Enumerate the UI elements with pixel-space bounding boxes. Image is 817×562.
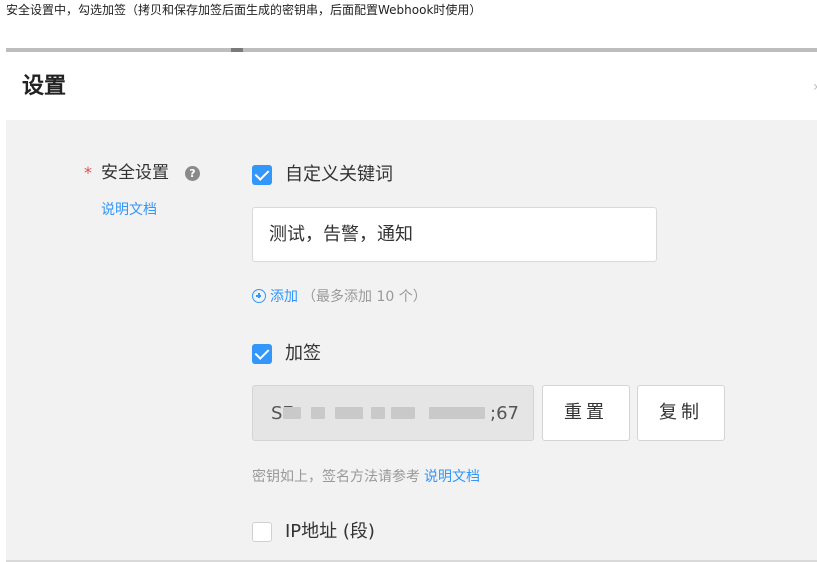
scroll-indicator [6, 48, 817, 52]
redacted-block [429, 407, 485, 419]
keywords-input[interactable]: 测试，告警，通知 [252, 207, 657, 262]
secret-hint-text: 密钥如上，签名方法请参考 [252, 469, 420, 485]
close-icon[interactable]: › [813, 78, 817, 96]
intro-text: 安全设置中，勾选加签（拷贝和保存加签后面生成的密钥串，后面配置Webhook时使… [6, 3, 482, 17]
secret-suffix: ;67 [490, 403, 519, 424]
add-limit-note: （最多添加 10 个） [302, 289, 427, 305]
redacted-block [311, 407, 325, 419]
settings-panel [6, 120, 817, 560]
redacted-block [335, 407, 363, 419]
doc-link[interactable]: 说明文档 [101, 200, 157, 220]
redacted-block [283, 407, 301, 419]
scroll-indicator-thumb[interactable] [231, 48, 243, 52]
custom-keywords-label[interactable]: 自定义关键词 [285, 163, 393, 187]
copy-button[interactable]: 复制 [637, 385, 725, 441]
ip-address-checkbox[interactable] [252, 522, 272, 542]
signing-label[interactable]: 加签 [285, 342, 321, 366]
signing-checkbox[interactable] [252, 344, 272, 364]
secret-hint-row: 密钥如上，签名方法请参考 说明文档 [252, 467, 480, 487]
add-keyword-row: 添加 （最多添加 10 个） [252, 287, 427, 307]
signing-doc-link[interactable]: 说明文档 [424, 469, 480, 485]
redacted-block [371, 407, 385, 419]
reset-button[interactable]: 重置 [542, 385, 630, 441]
dialog-title: 设置 [22, 74, 67, 99]
help-icon[interactable]: ? [185, 166, 200, 181]
add-circle-icon[interactable] [252, 289, 266, 303]
add-keyword-link[interactable]: 添加 [270, 289, 298, 305]
secret-field[interactable]: SE ;67 [252, 385, 534, 441]
ip-address-label[interactable]: IP地址 (段) [285, 520, 375, 544]
required-mark: * [84, 163, 92, 182]
custom-keywords-checkbox[interactable] [252, 165, 272, 185]
redacted-block [391, 407, 415, 419]
security-settings-label: 安全设置 [101, 163, 169, 183]
